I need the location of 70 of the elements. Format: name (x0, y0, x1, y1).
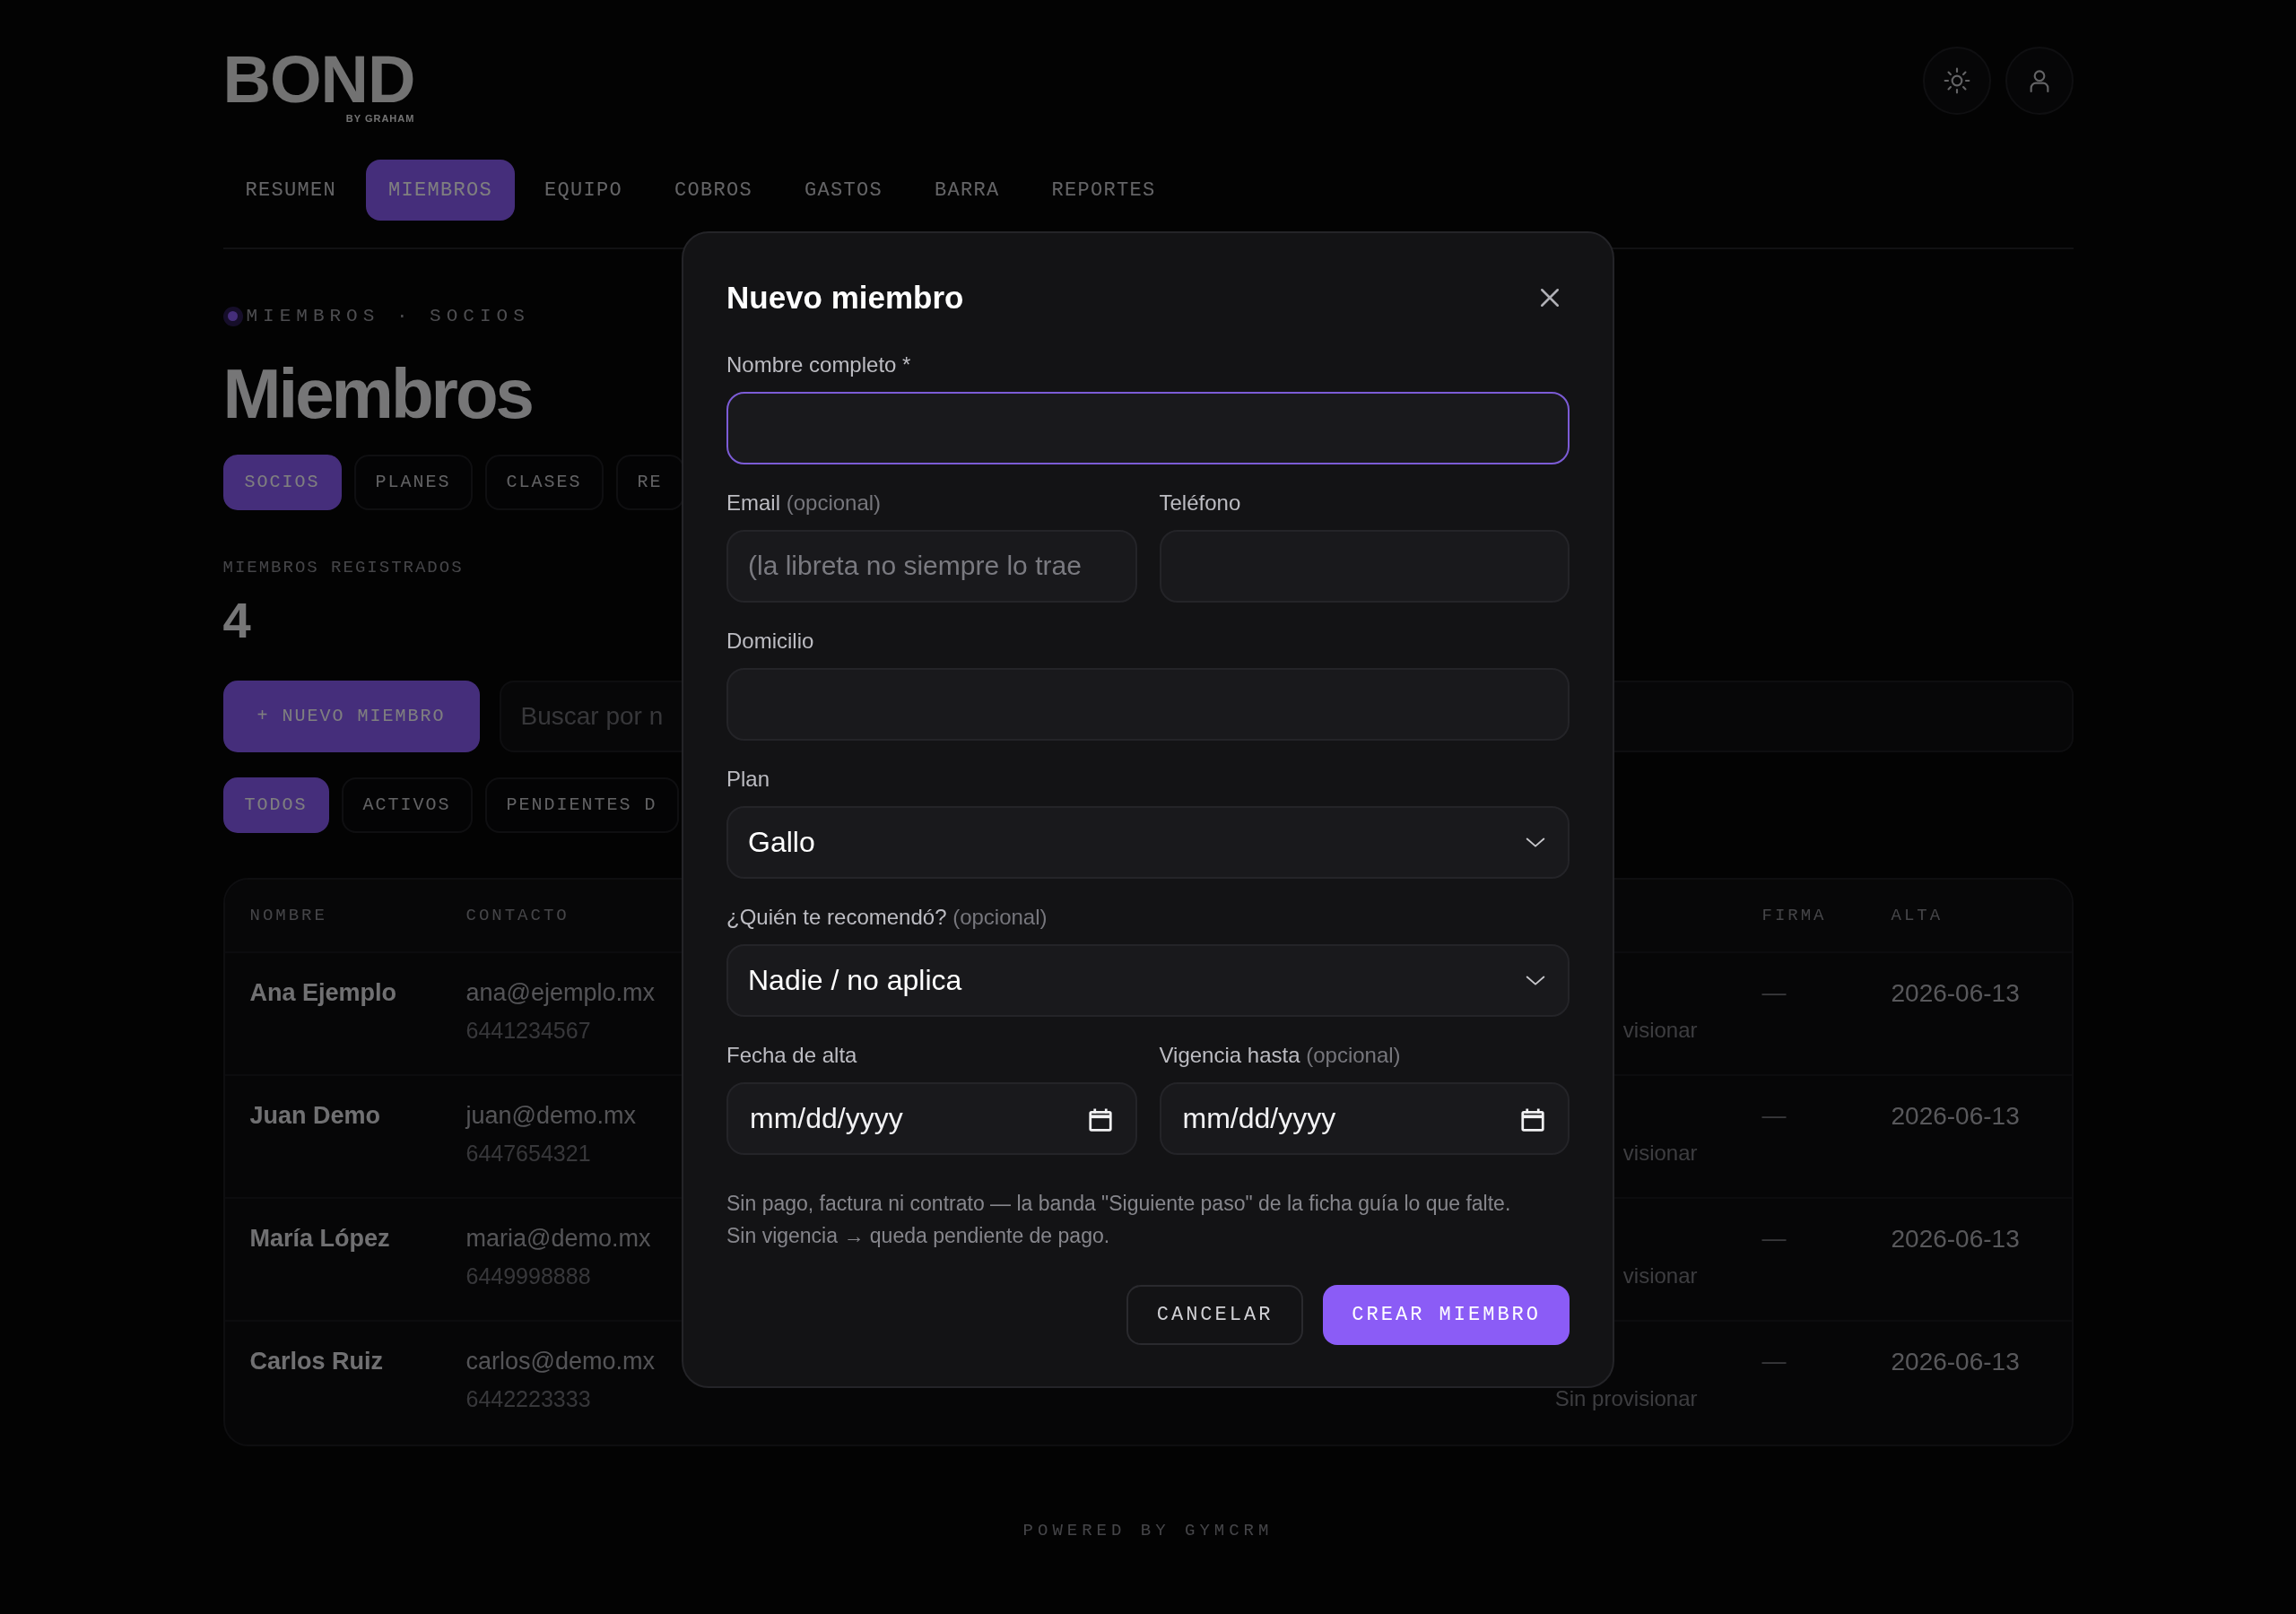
nav-tab[interactable]: GASTOS (782, 160, 906, 221)
field-label: Email (726, 490, 780, 515)
member-email: carlos@demo.mx (465, 1347, 655, 1376)
filter-tab[interactable]: ACTIVOS (341, 777, 473, 834)
date-field[interactable]: mm/dd/yyyy (726, 1081, 1137, 1155)
signature-cell: — (1761, 1348, 1787, 1375)
section-tab[interactable]: RE (615, 455, 684, 511)
breadcrumb: MIEMBROS · SOCIOS (246, 305, 530, 328)
provision-status: visionar (1622, 1018, 1698, 1043)
optional-hint: (opcional) (1306, 1042, 1401, 1067)
help-text: Sin vigencia → queda pendiente de pago. (726, 1223, 1111, 1250)
field-label: Nombre completo * (726, 351, 912, 378)
modal-title: Nuevo miembro (726, 279, 964, 317)
field-label: Vigencia hasta (1159, 1042, 1300, 1067)
member-email: ana@ejemplo.mx (465, 978, 655, 1008)
provision-status: visionar (1622, 1263, 1698, 1289)
stat-value: 4 (222, 592, 251, 648)
signature-cell: — (1761, 1225, 1787, 1253)
create-member-button[interactable]: CREAR MIEMBRO (1323, 1285, 1570, 1346)
nav-tab[interactable]: REPORTES (1029, 160, 1178, 221)
optional-hint: (opcional) (786, 490, 882, 515)
field-label: Fecha de alta (726, 1041, 858, 1069)
section-tab[interactable]: PLANES (353, 455, 473, 511)
provision-status: Sin provisionar (1554, 1386, 1698, 1411)
input-field[interactable]: (la libreta no siempre lo trae (726, 529, 1137, 603)
help-text: Sin pago, factura ni contrato — la banda "Siguiente paso" de la ficha guía lo que falte. (726, 1190, 1512, 1217)
nav-tab[interactable]: EQUIPO (522, 160, 646, 221)
select-field[interactable]: Nadie / no aplica (726, 943, 1570, 1017)
sun-icon (1942, 66, 1971, 95)
input-field[interactable] (726, 391, 1570, 464)
footer-text: POWERED BY GYMCRM (1022, 1520, 1274, 1543)
date-cell: 2026-06-13 (1891, 979, 2020, 1008)
section-tab[interactable]: CLASES (484, 455, 604, 511)
cancel-button[interactable]: CANCELAR (1126, 1285, 1304, 1346)
column-header: FIRMA (1761, 905, 1827, 928)
filter-tab[interactable]: TODOS (222, 777, 329, 834)
provision-status: visionar (1622, 1141, 1698, 1166)
member-name: Juan Demo (249, 1101, 381, 1132)
column-header: CONTACTO (465, 905, 570, 928)
filter-tab[interactable]: PENDIENTES D (484, 777, 679, 834)
date-cell: 2026-06-13 (1891, 1102, 2020, 1131)
date-cell: 2026-06-13 (1891, 1225, 2020, 1254)
nav-tab[interactable]: BARRA (912, 160, 1022, 221)
member-email: maria@demo.mx (465, 1224, 651, 1254)
section-tab[interactable]: SOCIOS (222, 455, 342, 511)
status-dot (222, 306, 243, 326)
field-label: Plan (726, 765, 771, 793)
stat-label: MIEMBROS REGISTRADOS (222, 557, 464, 580)
page-title: Miembros (222, 353, 532, 435)
nav-tab[interactable]: COBROS (652, 160, 776, 221)
optional-hint: (opcional) (952, 904, 1048, 929)
logo-wordmark: BOND (222, 47, 415, 113)
nav-tab[interactable]: MIEMBROS (366, 160, 516, 221)
new-member-button[interactable]: + NUEVO MIEMBRO (222, 681, 480, 753)
date-field[interactable]: mm/dd/yyyy (1159, 1081, 1570, 1155)
member-email: juan@demo.mx (465, 1101, 636, 1131)
member-name: María López (249, 1224, 390, 1254)
member-name: Carlos Ruiz (249, 1347, 384, 1377)
field-label: Domicilio (726, 627, 815, 655)
signature-cell: — (1761, 979, 1787, 1007)
column-header: ALTA (1891, 905, 1944, 928)
member-name: Ana Ejemplo (249, 978, 397, 1009)
signature-cell: — (1761, 1102, 1787, 1130)
date-cell: 2026-06-13 (1891, 1348, 2020, 1376)
nav-tab[interactable]: RESUMEN (222, 160, 359, 221)
column-header: NOMBRE (249, 905, 327, 928)
logo-tagline: BY GRAHAM (344, 112, 415, 126)
field-label: Teléfono (1159, 489, 1242, 516)
field-label: ¿Quién te recomendó? (726, 904, 947, 929)
select-field[interactable]: Gallo (726, 805, 1570, 879)
